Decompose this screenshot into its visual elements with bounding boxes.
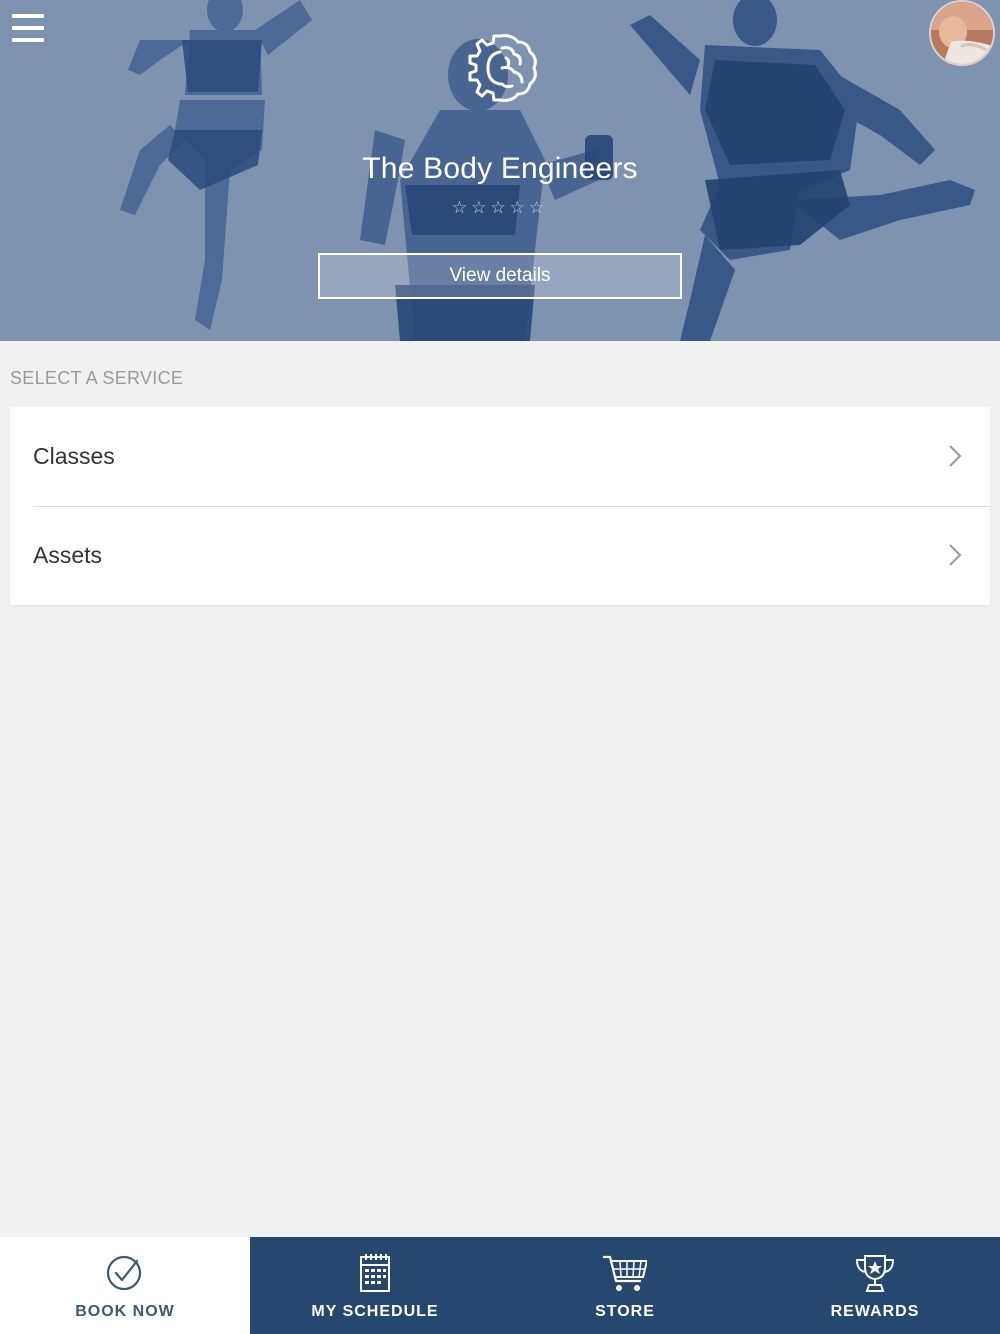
hamburger-icon-line <box>12 26 44 30</box>
chevron-right-icon <box>949 445 962 467</box>
nav-tab-rewards[interactable]: REWARDS <box>750 1237 1000 1334</box>
chevron-right-icon <box>949 544 962 566</box>
hero-header: The Body Engineers ☆☆☆☆☆ View details <box>0 0 1000 341</box>
cart-icon <box>603 1255 647 1291</box>
nav-tab-label: MY SCHEDULE <box>311 1303 439 1320</box>
service-list: Classes Assets <box>10 407 990 605</box>
section-title: SELECT A SERVICE <box>10 368 184 388</box>
trophy-icon <box>855 1255 895 1292</box>
nav-tab-label: REWARDS <box>830 1303 920 1320</box>
nav-tab-label: STORE <box>595 1303 655 1320</box>
nav-tab-label: BOOK NOW <box>75 1303 175 1320</box>
calendar-icon <box>360 1254 390 1292</box>
hamburger-menu-button[interactable] <box>12 12 44 44</box>
nav-tab-store[interactable]: STORE <box>500 1237 750 1334</box>
service-item-label: Classes <box>33 443 115 469</box>
brain-gear-icon <box>468 34 537 102</box>
service-item-label: Assets <box>33 542 103 568</box>
hamburger-icon-line <box>12 14 44 18</box>
star-rating: ☆☆☆☆☆ <box>451 198 549 217</box>
service-item-assets[interactable]: Assets <box>10 506 990 605</box>
view-details-button[interactable]: View details <box>318 253 682 299</box>
user-avatar[interactable] <box>929 0 995 66</box>
service-item-classes[interactable]: Classes <box>10 407 990 507</box>
business-name: The Body Engineers <box>362 152 638 185</box>
hamburger-icon-line <box>12 38 44 42</box>
check-circle-icon <box>106 1255 142 1291</box>
bottom-navigation: BOOK NOW MY SCHEDULE STORE REWARDS <box>0 1237 1000 1334</box>
avatar-photo <box>931 2 993 64</box>
app-screen: The Body Engineers ☆☆☆☆☆ View details SE… <box>0 0 1000 1334</box>
nav-tab-book-now[interactable]: BOOK NOW <box>0 1237 250 1334</box>
nav-tab-my-schedule[interactable]: MY SCHEDULE <box>250 1237 500 1334</box>
